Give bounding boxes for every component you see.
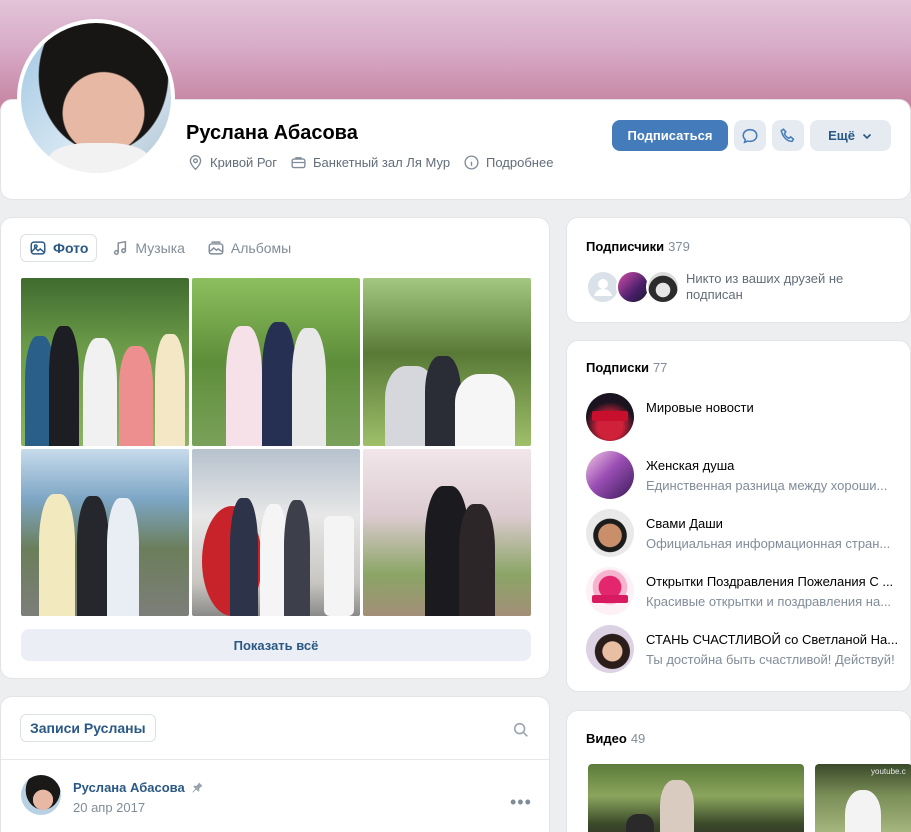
subscribe-button[interactable]: Подписаться: [612, 120, 728, 151]
message-button[interactable]: [734, 120, 766, 151]
media-tabs: Фото Музыка Альбомы: [20, 234, 299, 262]
group-avatar: [586, 567, 634, 615]
subscriptions-title-label: Подписки: [586, 360, 649, 375]
followers-note: Никто из ваших друзей не подписан: [686, 271, 844, 302]
profile-avatar[interactable]: [17, 19, 175, 177]
videos-title-label: Видео: [586, 731, 627, 746]
group-avatar: [586, 451, 634, 499]
image-icon: [30, 241, 46, 255]
followers-title[interactable]: Подписчики 379: [586, 239, 690, 254]
group-avatar: [586, 509, 634, 557]
follower-avatar[interactable]: [586, 270, 620, 304]
more-dropdown[interactable]: Ещё: [810, 120, 891, 151]
music-icon: [114, 240, 127, 256]
videos-title[interactable]: Видео 49: [586, 731, 645, 746]
group-description: Красивые открытки и поздравления на...: [646, 594, 892, 609]
video-thumbnail[interactable]: [588, 764, 804, 832]
subscriptions-title[interactable]: Подписки 77: [586, 360, 667, 375]
media-card: Фото Музыка Альбомы Показать всё: [0, 217, 550, 679]
post-author-link[interactable]: Руслана Абасова: [73, 780, 204, 795]
call-button[interactable]: [772, 120, 804, 151]
videos-card: Видео 49 youtube.c: [566, 710, 911, 832]
follower-avatar[interactable]: [646, 270, 680, 304]
tab-photos-label: Фото: [53, 240, 89, 256]
subscription-item[interactable]: Мировые новости: [586, 393, 901, 441]
profile-details-link[interactable]: Подробнее: [463, 154, 553, 171]
followers-count: 379: [668, 239, 690, 254]
group-name: Открытки Поздравления Пожелания С ...: [646, 574, 894, 589]
subscription-item[interactable]: Открытки Поздравления Пожелания С ... Кр…: [586, 567, 901, 615]
tab-albums-label: Альбомы: [230, 240, 292, 256]
details-label: Подробнее: [486, 155, 554, 170]
photo-thumbnail[interactable]: [21, 278, 189, 446]
profile-city[interactable]: Кривой Рог: [187, 154, 277, 171]
posts-search-button[interactable]: [512, 721, 530, 742]
profile-name: Руслана Абасова: [186, 122, 358, 144]
photo-thumbnail[interactable]: [192, 278, 360, 446]
tab-music[interactable]: Музыка: [103, 234, 193, 262]
group-avatar: [586, 625, 634, 673]
subscriptions-card: Подписки 77 Мировые новости Женская душа …: [566, 340, 911, 692]
show-all-photos-button[interactable]: Показать всё: [21, 629, 531, 661]
subscriptions-count: 77: [652, 360, 668, 375]
photo-thumbnail[interactable]: [363, 278, 531, 446]
pin-icon: [192, 782, 203, 793]
group-description: Единственная разница между хороши...: [646, 478, 888, 493]
photo-thumbnail[interactable]: [21, 449, 189, 616]
group-avatar: [586, 393, 634, 441]
location-icon: [189, 155, 202, 171]
chevron-down-icon: [862, 133, 872, 139]
avatar-photo: [21, 23, 171, 173]
post-date[interactable]: 20 апр 2017: [73, 800, 145, 815]
photo-thumbnail[interactable]: [192, 449, 360, 616]
photo-thumbnail[interactable]: [363, 449, 531, 616]
followers-card: Подписчики 379 Никто из ваших друзей не п…: [566, 217, 911, 323]
videos-count: 49: [630, 731, 646, 746]
city-label: Кривой Рог: [210, 155, 277, 170]
work-label: Банкетный зал Ля Мур: [313, 155, 451, 170]
user-placeholder-icon: [594, 279, 612, 296]
info-icon: [464, 155, 479, 170]
follower-avatar[interactable]: [616, 270, 650, 304]
group-name: Свами Даши: [646, 516, 723, 531]
briefcase-icon: [291, 157, 306, 169]
group-name: СТАНЬ СЧАСТЛИВОЙ со Светланой На...: [646, 632, 899, 647]
albums-icon: [208, 241, 224, 255]
followers-title-label: Подписчики: [586, 239, 665, 254]
search-icon: [513, 722, 528, 737]
more-label: Ещё: [828, 128, 855, 143]
subscription-item[interactable]: Свами Даши Официальная информационная ст…: [586, 509, 901, 557]
posts-tab[interactable]: Записи Русланы: [20, 714, 156, 742]
group-description: Официальная информационная стран...: [646, 536, 891, 551]
post-menu-icon[interactable]: •••: [510, 792, 532, 813]
message-icon: [742, 128, 758, 144]
tab-photos[interactable]: Фото: [20, 234, 98, 262]
video-thumbnail[interactable]: youtube.c: [815, 764, 911, 832]
group-name: Женская душа: [646, 458, 735, 473]
phone-icon: [780, 127, 795, 142]
subscription-item[interactable]: СТАНЬ СЧАСТЛИВОЙ со Светланой На... Ты д…: [586, 625, 901, 673]
tab-albums[interactable]: Альбомы: [199, 234, 299, 262]
subscription-item[interactable]: Женская душа Единственная разница между …: [586, 451, 901, 499]
profile-work[interactable]: Банкетный зал Ля Мур: [290, 154, 450, 171]
posts-card: Записи Русланы Руслана Абасова 20 апр 20…: [0, 696, 551, 832]
post-author-name: Руслана Абасова: [73, 780, 185, 795]
photo-grid: [21, 278, 531, 616]
group-description: Ты достойна быть счастливой! Действуй!: [646, 652, 895, 667]
post-author-avatar[interactable]: [21, 775, 61, 815]
tab-music-label: Музыка: [135, 240, 185, 256]
group-name: Мировые новости: [646, 400, 754, 415]
divider: [1, 759, 551, 760]
